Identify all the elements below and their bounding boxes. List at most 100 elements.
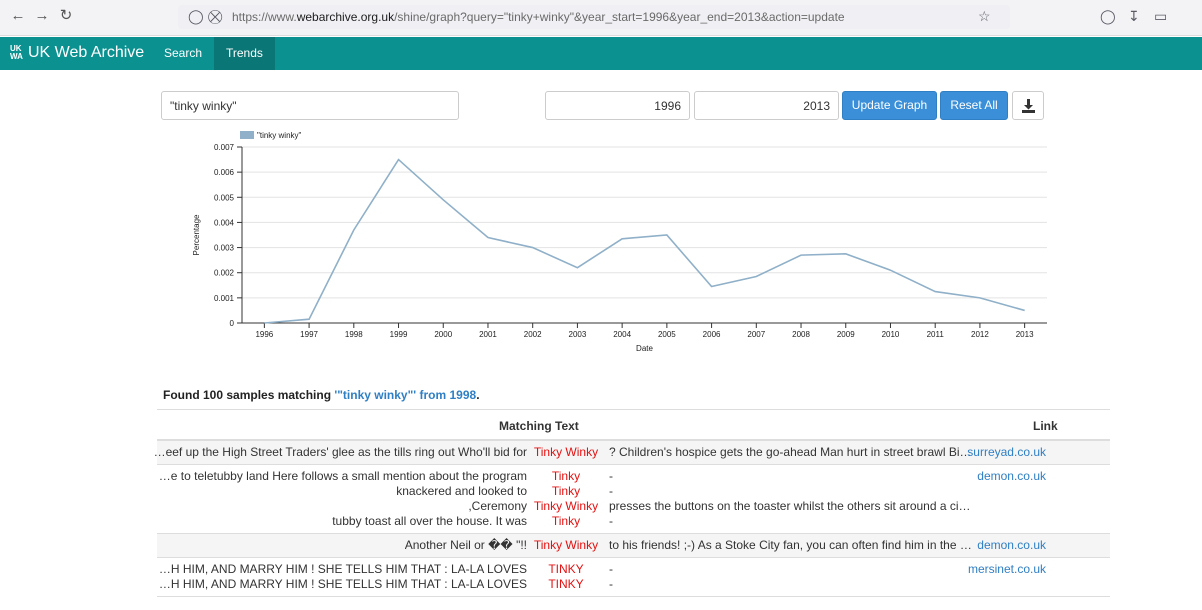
match-highlight: Tinky Winky bbox=[533, 538, 599, 552]
url-prefix: https://www. bbox=[232, 10, 297, 24]
library-icon[interactable]: ▭ bbox=[1154, 8, 1167, 25]
trend-chart: 0 0.001 0.002 0.003 0.004 0.005 0.006 0.007 1996… bbox=[192, 131, 1047, 353]
found-suffix: . bbox=[476, 388, 480, 402]
match-context-before: …e to teletubby land Here follows a smal… bbox=[158, 469, 527, 483]
brand-name: UK Web Archive bbox=[28, 44, 145, 61]
x-tick-label: 2003 bbox=[569, 330, 587, 339]
match-line: ,Ceremony Tinky Winky presses the buttons … bbox=[157, 499, 1110, 514]
y-tick-label: 0.001 bbox=[214, 294, 235, 303]
series-line bbox=[264, 158, 1025, 324]
match-line: Another Neil or �� "!! Tinky Winky to his … bbox=[157, 538, 1110, 553]
match-line: …e to teletubby land Here follows a smal… bbox=[157, 469, 1110, 484]
table-row: Another Neil or �� "!! Tinky Winky to his … bbox=[157, 534, 1110, 558]
download-icon bbox=[1022, 99, 1035, 113]
match-line: tubby toast all over the house. It was Ti… bbox=[157, 514, 1110, 529]
legend-label: "tinky winky" bbox=[257, 131, 302, 140]
match-context-before: ,Ceremony bbox=[468, 499, 527, 513]
y-axis-label: Percentage bbox=[192, 214, 201, 255]
match-highlight: Tinky bbox=[551, 514, 581, 528]
query-input[interactable] bbox=[161, 91, 459, 120]
y-tick-label: 0.003 bbox=[214, 244, 235, 253]
results-summary: Found 100 samples matching '"tinky winky… bbox=[163, 388, 480, 402]
x-tick-label: 2000 bbox=[434, 330, 452, 339]
nav-trends[interactable]: Trends bbox=[214, 37, 275, 70]
table-row: …eef up the High Street Traders' glee as… bbox=[153, 441, 1110, 465]
table-header: Matching Text Link bbox=[157, 410, 1110, 441]
x-tick-label: 2008 bbox=[792, 330, 810, 339]
x-tick-label: 2006 bbox=[703, 330, 721, 339]
match-context-after: ? Children's hospice gets the go-ahead M… bbox=[609, 445, 974, 459]
reload-icon[interactable]: ↻ bbox=[56, 6, 76, 26]
result-link[interactable]: mersinet.co.uk bbox=[968, 562, 1046, 576]
col-matching-text: Matching Text bbox=[499, 419, 579, 433]
y-tick-label: 0.004 bbox=[214, 218, 235, 227]
match-context-before: Another Neil or �� "!! bbox=[404, 538, 527, 552]
result-link[interactable]: demon.co.uk bbox=[977, 538, 1046, 552]
x-tick-label: 2004 bbox=[613, 330, 631, 339]
result-link[interactable]: demon.co.uk bbox=[977, 469, 1046, 483]
y-tick-label: 0.002 bbox=[214, 269, 235, 278]
match-context-after: to his friends! ;-) As a Stoke City fan,… bbox=[609, 538, 974, 552]
x-tick-label: 1998 bbox=[345, 330, 363, 339]
table-row: …H HIM, AND MARRY HIM ! SHE TELLS HIM TH… bbox=[157, 558, 1110, 597]
x-tick-label: 2013 bbox=[1016, 330, 1034, 339]
match-context-before: …H HIM, AND MARRY HIM ! SHE TELLS HIM TH… bbox=[158, 577, 527, 591]
download-button[interactable] bbox=[1012, 91, 1044, 120]
match-highlight: Tinky bbox=[551, 469, 581, 483]
x-tick-label: 2012 bbox=[971, 330, 989, 339]
result-link[interactable]: surreyad.co.uk bbox=[967, 445, 1046, 459]
match-context-after: - bbox=[609, 484, 613, 498]
year-start-input[interactable] bbox=[545, 91, 690, 120]
uk-web-archive-logo-icon: UK WA bbox=[10, 44, 23, 61]
pocket-icon[interactable]: ◯ bbox=[1100, 8, 1116, 25]
match-line: …H HIM, AND MARRY HIM ! SHE TELLS HIM TH… bbox=[157, 562, 1110, 577]
found-prefix: Found 100 samples matching bbox=[163, 388, 335, 402]
x-axis-label: Date bbox=[636, 344, 653, 353]
match-line: knackered and looked to Tinky - bbox=[157, 484, 1110, 499]
brand[interactable]: UK WA UK Web Archive bbox=[10, 44, 144, 62]
match-line: …H HIM, AND MARRY HIM ! SHE TELLS HIM TH… bbox=[157, 577, 1110, 592]
match-highlight: Tinky Winky bbox=[533, 499, 599, 513]
match-context-after: - bbox=[609, 577, 613, 591]
match-highlight: Tinky Winky bbox=[533, 445, 599, 459]
match-highlight: Tinky bbox=[551, 484, 581, 498]
y-tick-label: 0.006 bbox=[214, 168, 235, 177]
nav-search[interactable]: Search bbox=[152, 37, 214, 70]
app-navbar: UK WA UK Web Archive Search Trends bbox=[0, 37, 1202, 70]
y-tick-label: 0.007 bbox=[214, 143, 235, 152]
url-text[interactable]: https://www.webarchive.org.uk/shine/grap… bbox=[232, 10, 845, 24]
bookmark-star-icon[interactable]: ☆ bbox=[978, 8, 991, 25]
x-tick-label: 2010 bbox=[882, 330, 900, 339]
reset-all-button[interactable]: Reset All bbox=[940, 91, 1008, 120]
y-tick-label: 0.005 bbox=[214, 193, 235, 202]
match-context-after: presses the buttons on the toaster whils… bbox=[609, 499, 974, 513]
match-context-after: - bbox=[609, 562, 613, 576]
x-tick-label: 2007 bbox=[747, 330, 765, 339]
match-line: …eef up the High Street Traders' glee as… bbox=[153, 445, 1110, 460]
match-highlight: TINKY bbox=[548, 562, 584, 576]
shield-icon[interactable]: ◯ bbox=[188, 8, 204, 25]
x-tick-label: 2002 bbox=[524, 330, 542, 339]
browser-toolbar: ← → ↻ ◯ ⛒ https://www.webarchive.org.uk/… bbox=[0, 0, 1202, 36]
match-context-before: …eef up the High Street Traders' glee as… bbox=[153, 445, 527, 459]
legend-swatch bbox=[240, 131, 254, 139]
match-context-after: - bbox=[609, 469, 613, 483]
year-end-input[interactable] bbox=[694, 91, 839, 120]
results-table: Matching Text Link …eef up the High Stre… bbox=[153, 409, 1110, 597]
match-context-before: tubby toast all over the house. It was bbox=[332, 514, 527, 528]
update-graph-button[interactable]: Update Graph bbox=[842, 91, 937, 120]
found-query-link[interactable]: '"tinky winky"' from 1998 bbox=[334, 388, 476, 402]
x-tick-label: 1999 bbox=[390, 330, 408, 339]
table-row: …e to teletubby land Here follows a smal… bbox=[157, 465, 1110, 534]
x-tick-label: 2005 bbox=[658, 330, 676, 339]
x-tick-label: 2009 bbox=[837, 330, 855, 339]
col-link: Link bbox=[1033, 419, 1058, 433]
match-context-after: - bbox=[609, 514, 613, 528]
download-icon[interactable]: ↧ bbox=[1128, 8, 1140, 25]
url-suffix: /shine/graph?query="tinky+winky"&year_st… bbox=[394, 10, 845, 24]
lock-icon[interactable]: ⛒ bbox=[208, 8, 222, 25]
match-context-before: knackered and looked to bbox=[396, 484, 527, 498]
x-tick-label: 1997 bbox=[300, 330, 318, 339]
forward-icon[interactable]: → bbox=[32, 6, 52, 26]
back-icon[interactable]: ← bbox=[8, 6, 28, 26]
